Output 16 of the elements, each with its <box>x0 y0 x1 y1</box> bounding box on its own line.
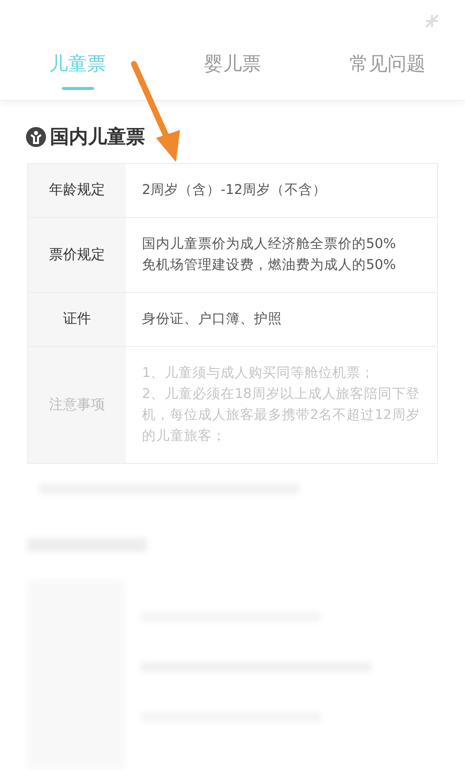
row-value: 1、儿童须与成人购买同等舱位机票； <box>142 364 376 383</box>
tab[interactable]: 儿童票 <box>0 50 155 90</box>
row-label: 票价规定 <box>49 246 105 264</box>
row-value: 2周岁（含）-12周岁（不含） <box>142 181 328 200</box>
section-title: 国内儿童票 <box>50 124 145 150</box>
row-value: 2、儿童必须在18周岁以上成人旅客陪同下登机，每位成人旅客最多携带2名不超过12周岁的儿童旅客； <box>142 385 421 446</box>
row-label: 注意事项 <box>49 396 105 414</box>
row-value: 免机场管理建设费，燃油费为成人的50% <box>142 256 398 275</box>
row-label: 年龄规定 <box>49 181 105 200</box>
row-label: 证件 <box>63 310 91 329</box>
tab[interactable]: 婴儿票 <box>155 50 310 90</box>
faded-icon[interactable] <box>423 12 441 30</box>
child-icon <box>26 126 46 147</box>
tab[interactable]: 常见问题 <box>310 50 465 90</box>
row-value: 身份证、户口簿、护照 <box>142 310 283 329</box>
row-value: 国内儿童票价为成人经济舱全票价的50% <box>142 235 398 254</box>
